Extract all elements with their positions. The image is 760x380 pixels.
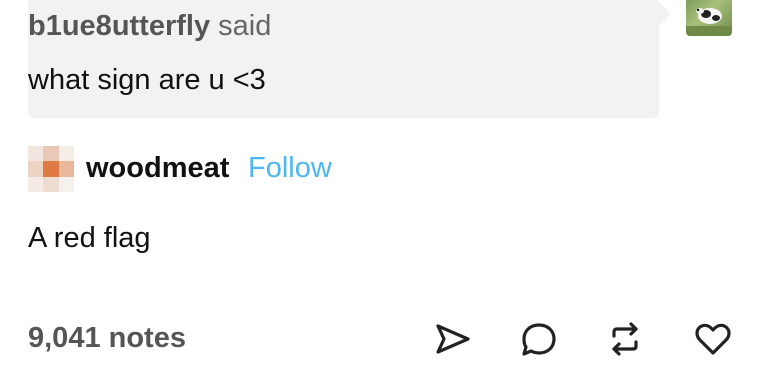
reply-icon[interactable] — [520, 320, 558, 358]
notes-count[interactable]: 9,041 notes — [28, 322, 186, 355]
answer-text: A red flag — [28, 222, 151, 254]
blog-avatar[interactable] — [28, 146, 74, 192]
asker-name[interactable]: b1ue8utterfly — [28, 10, 210, 42]
share-icon[interactable] — [434, 320, 472, 358]
reblog-icon[interactable] — [606, 320, 644, 358]
asker-avatar[interactable] — [686, 0, 732, 36]
like-icon[interactable] — [694, 320, 732, 358]
asker-said-label: said — [218, 10, 272, 42]
ask-question: what sign are u <3 — [28, 64, 266, 96]
asker-line: b1ue8utterfly said — [28, 10, 271, 43]
dog-avatar-image — [686, 8, 732, 36]
ask-bubble-pointer — [659, 2, 671, 26]
blog-name[interactable]: woodmeat — [86, 152, 229, 185]
follow-button[interactable]: Follow — [248, 152, 332, 185]
